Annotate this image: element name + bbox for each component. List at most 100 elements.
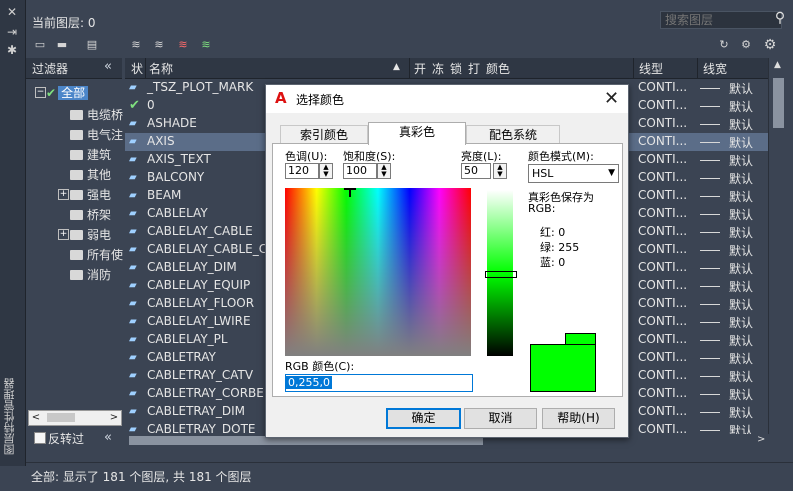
hue-stepper[interactable]: ▲ ▼ [319,163,333,179]
layer-linetype[interactable]: CONTI... [638,386,687,400]
tree-node[interactable]: 所有使 [70,246,123,263]
tree-node[interactable]: 电缆桥 [70,106,123,123]
tree-node-all[interactable]: − ✔ 全部 [35,84,89,101]
expand-node-icon[interactable]: + [58,189,69,200]
layer-lineweight[interactable]: 默认 [729,188,753,205]
tree-node[interactable]: 其他 [70,166,111,183]
layer-linetype[interactable]: CONTI... [638,260,687,274]
scroll-right-icon[interactable]: > [107,411,121,425]
col-plot[interactable]: 打 [468,60,480,77]
layer-lineweight[interactable]: 默认 [729,116,753,133]
filter-hscrollbar[interactable]: < > [28,410,122,426]
layer-lineweight[interactable]: 默认 [729,278,753,295]
layer-lineweight[interactable]: 默认 [729,350,753,367]
set-current-icon[interactable]: ≋ [198,38,214,52]
layer-linetype[interactable]: CONTI... [638,152,687,166]
layer-linetype[interactable]: CONTI... [638,188,687,202]
layer-lineweight[interactable]: 默认 [729,404,753,421]
col-lock[interactable]: 锁 [450,60,462,77]
ok-button[interactable]: 确定 [386,408,461,429]
col-linetype[interactable]: 线型 [639,60,663,77]
help-button[interactable]: 帮助(H) [542,408,615,429]
tab-index-color[interactable]: 索引颜色 [280,125,368,144]
layer-lineweight[interactable]: 默认 [729,314,753,331]
layer-lineweight[interactable]: 默认 [729,242,753,259]
layer-lineweight[interactable]: 默认 [729,386,753,403]
collapse-filter-icon[interactable]: « [104,59,112,74]
layer-lineweight[interactable]: 默认 [729,296,753,313]
layer-lineweight[interactable]: 默认 [729,152,753,169]
layer-lineweight[interactable]: 默认 [729,260,753,277]
col-on[interactable]: 开 [414,60,426,77]
saturation-stepper[interactable]: ▲ ▼ [377,163,391,179]
col-name[interactable]: 名称 [149,60,173,77]
gear-icon[interactable]: ⚙ [762,38,778,52]
layer-linetype[interactable]: CONTI... [638,314,687,328]
search-layers-input[interactable] [660,11,782,29]
layer-lineweight[interactable]: 默认 [729,422,753,434]
delete-layer-icon[interactable]: ≋ [175,38,191,52]
collapse-filter-icon[interactable]: « [104,430,112,445]
tree-node[interactable]: + 强电 [58,186,111,203]
autohide-icon[interactable]: ⇥ [3,24,21,40]
layer-linetype[interactable]: CONTI... [638,116,687,130]
layer-linetype[interactable]: CONTI... [638,404,687,418]
cancel-button[interactable]: 取消 [464,408,537,429]
tree-node[interactable]: 建筑 [70,146,111,163]
color-model-select[interactable]: HSL ▼ [528,164,619,183]
scroll-thumb[interactable] [47,413,75,422]
invert-filter-checkbox[interactable] [34,432,46,444]
refresh-icon[interactable]: ↻ [716,38,732,52]
layer-linetype[interactable]: CONTI... [638,80,687,94]
search-icon[interactable]: ⚲ [771,10,789,28]
col-freeze[interactable]: 冻 [432,60,444,77]
tree-node[interactable]: 消防 [70,266,111,283]
layer-linetype[interactable]: CONTI... [638,350,687,364]
collapse-node-icon[interactable]: − [35,87,46,98]
layer-lineweight[interactable]: 默认 [729,224,753,241]
layer-linetype[interactable]: CONTI... [638,332,687,346]
layer-lineweight[interactable]: 默认 [729,368,753,385]
layer-linetype[interactable]: CONTI... [638,170,687,184]
scroll-right-icon[interactable]: > [757,434,765,445]
hue-saturation-picker[interactable] [285,188,471,356]
layer-lineweight[interactable]: 默认 [729,332,753,349]
tree-node[interactable]: 桥架 [70,206,111,223]
expand-node-icon[interactable]: + [58,229,69,240]
close-icon[interactable]: ✕ [604,88,619,109]
new-layer-icon[interactable]: ≋ [128,38,144,52]
col-status[interactable]: 状 [131,60,143,77]
close-icon[interactable]: ✕ [3,4,21,20]
layer-linetype[interactable]: CONTI... [638,368,687,382]
layer-lineweight[interactable]: 默认 [729,170,753,187]
layer-linetype[interactable]: CONTI... [638,278,687,292]
tab-color-books[interactable]: 配色系统 [466,125,560,144]
saturation-input[interactable]: 100 [343,163,377,179]
tree-node[interactable]: 电气注 [70,126,123,143]
layer-vscrollbar[interactable]: ▲ [768,58,788,434]
scroll-thumb[interactable] [773,78,784,128]
scroll-left-icon[interactable]: < [29,411,43,425]
layer-lineweight[interactable]: 默认 [729,98,753,115]
tree-node[interactable]: + 弱电 [58,226,111,243]
layer-states-icon[interactable]: ▤ [84,38,100,52]
layer-linetype[interactable]: CONTI... [638,98,687,112]
luminance-input[interactable]: 50 [461,163,491,179]
layer-linetype[interactable]: CONTI... [638,242,687,256]
luminance-stepper[interactable]: ▲ ▼ [493,163,507,179]
layer-linetype[interactable]: CONTI... [638,296,687,310]
layer-lineweight[interactable]: 默认 [729,206,753,223]
tab-true-color[interactable]: 真彩色 [368,122,466,145]
scroll-up-icon[interactable]: ▲ [774,60,781,70]
luminance-slider-thumb[interactable] [485,271,517,278]
layer-lineweight[interactable]: 默认 [729,80,753,97]
new-vp-frozen-layer-icon[interactable]: ≋ [151,38,167,52]
layer-lineweight[interactable]: 默认 [729,134,753,151]
layer-linetype[interactable]: CONTI... [638,206,687,220]
hue-input[interactable]: 120 [285,163,319,179]
col-lineweight[interactable]: 线宽 [703,60,727,77]
col-color[interactable]: 颜色 [486,60,510,77]
layer-settings-icon[interactable]: ⚙ [738,38,754,52]
layer-linetype[interactable]: CONTI... [638,422,687,434]
layer-linetype[interactable]: CONTI... [638,224,687,238]
